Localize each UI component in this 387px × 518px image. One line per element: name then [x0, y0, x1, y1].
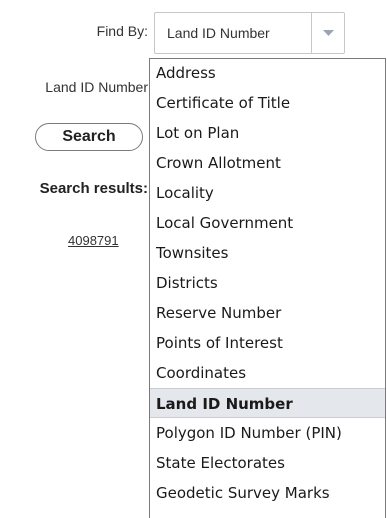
find-by-label: Find By: [96, 23, 148, 39]
dropdown-option-local-government[interactable]: Local Government [150, 208, 385, 238]
dropdown-option-certificate-of-title[interactable]: Certificate of Title [150, 88, 385, 118]
search-button[interactable]: Search [35, 123, 143, 151]
find-by-select-value: Land ID Number [167, 25, 270, 41]
find-by-dropdown-list: Address Certificate of Title Lot on Plan… [149, 58, 386, 518]
dropdown-option-land-id-number[interactable]: Land ID Number [150, 388, 385, 418]
dropdown-option-locality[interactable]: Locality [150, 178, 385, 208]
dropdown-option-crown-allotment[interactable]: Crown Allotment [150, 148, 385, 178]
select-arrow-button[interactable] [311, 13, 344, 53]
dropdown-option-geodetic-survey-marks[interactable]: Geodetic Survey Marks [150, 478, 385, 508]
dropdown-option-polygon-id-number[interactable]: Polygon ID Number (PIN) [150, 418, 385, 448]
dropdown-option-coordinates[interactable]: Coordinates [150, 358, 385, 388]
dropdown-option-reserve-number[interactable]: Reserve Number [150, 298, 385, 328]
dropdown-option-address[interactable]: Address [150, 59, 385, 88]
dropdown-option-townsites[interactable]: Townsites [150, 238, 385, 268]
dropdown-option-districts[interactable]: Districts [150, 268, 385, 298]
find-by-select[interactable]: Land ID Number [154, 12, 345, 54]
dropdown-option-state-electorates[interactable]: State Electorates [150, 448, 385, 478]
search-result-link[interactable]: 4098791 [68, 233, 119, 248]
land-id-label: Land ID Number [45, 79, 148, 95]
search-results-label: Search results: [39, 180, 148, 197]
chevron-down-icon [323, 30, 334, 36]
dropdown-option-lot-on-plan[interactable]: Lot on Plan [150, 118, 385, 148]
dropdown-option-points-of-interest[interactable]: Points of Interest [150, 328, 385, 358]
